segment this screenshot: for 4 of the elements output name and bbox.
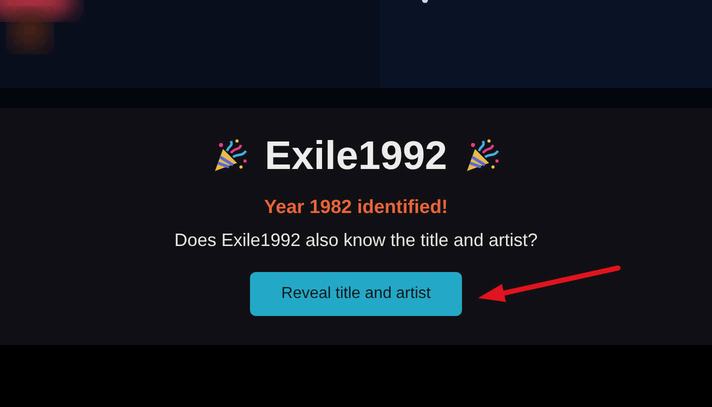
player-name: Exile1992 — [264, 133, 448, 180]
reveal-button[interactable]: Reveal title and artist — [250, 272, 462, 316]
question-text: Does Exile1992 also know the title and artist? — [174, 229, 538, 252]
status-text: Year 1982 identified! — [264, 196, 448, 220]
